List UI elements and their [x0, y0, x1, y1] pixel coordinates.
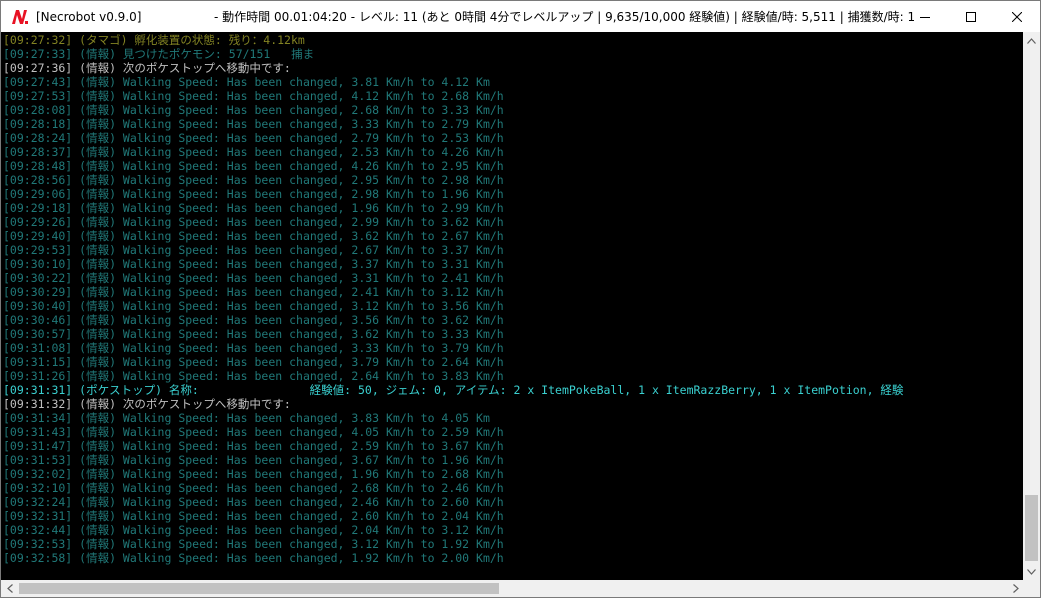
- console-line: [09:28:24] (情報) Walking Speed: Has been …: [3, 131, 504, 145]
- window-controls: [902, 1, 1040, 32]
- console-window: [Necrobot v0.9.0] - 動作時間 00.01:04:20 - レ…: [0, 0, 1041, 598]
- console-line: [09:31:53] (情報) Walking Speed: Has been …: [3, 453, 504, 467]
- console-line: [09:28:08] (情報) Walking Speed: Has been …: [3, 103, 504, 117]
- console-line: [09:32:31] (情報) Walking Speed: Has been …: [3, 509, 504, 523]
- console-line: [09:31:34] (情報) Walking Speed: Has been …: [3, 411, 490, 425]
- console-line: [09:31:31] (ポケストップ) 名称: 経験値: 50, ジェム: 0,…: [3, 383, 904, 397]
- console-line: [09:30:22] (情報) Walking Speed: Has been …: [3, 271, 504, 285]
- console-line: [09:31:32] (情報) 次のポケストップへ移動中です:: [3, 397, 291, 411]
- console-line: [09:28:18] (情報) Walking Speed: Has been …: [3, 117, 504, 131]
- console-line: [09:30:29] (情報) Walking Speed: Has been …: [3, 285, 504, 299]
- console-line: [09:31:15] (情報) Walking Speed: Has been …: [3, 355, 504, 369]
- close-button[interactable]: [994, 1, 1040, 32]
- scrollbar-corner: [1023, 580, 1040, 597]
- console-line: [09:28:48] (情報) Walking Speed: Has been …: [3, 159, 504, 173]
- console-line: [09:31:26] (情報) Walking Speed: Has been …: [3, 369, 504, 383]
- window-title: [Necrobot v0.9.0]: [36, 9, 142, 24]
- console-line: [09:32:24] (情報) Walking Speed: Has been …: [3, 495, 504, 509]
- console-line: [09:32:58] (情報) Walking Speed: Has been …: [3, 551, 504, 565]
- scroll-down-arrow-icon[interactable]: [1023, 563, 1040, 580]
- console-line: [09:32:02] (情報) Walking Speed: Has been …: [3, 467, 504, 481]
- minimize-icon: [920, 16, 930, 18]
- scroll-right-arrow-icon[interactable]: [1007, 580, 1024, 597]
- console-line: [09:31:08] (情報) Walking Speed: Has been …: [3, 341, 504, 355]
- console-line: [09:31:43] (情報) Walking Speed: Has been …: [3, 425, 504, 439]
- scroll-left-arrow-icon[interactable]: [1, 580, 18, 597]
- console-line: [09:32:10] (情報) Walking Speed: Has been …: [3, 481, 504, 495]
- console-line: [09:32:44] (情報) Walking Speed: Has been …: [3, 523, 504, 537]
- vertical-scrollbar[interactable]: [1023, 32, 1040, 580]
- vertical-scroll-thumb[interactable]: [1025, 495, 1038, 561]
- scroll-up-arrow-icon[interactable]: [1023, 32, 1040, 49]
- console-line: [09:29:40] (情報) Walking Speed: Has been …: [3, 229, 504, 243]
- console-line: [09:30:10] (情報) Walking Speed: Has been …: [3, 257, 504, 271]
- console-output[interactable]: [09:27:32] (タマゴ) 孵化装置の状態: 残り：4.12km [09:2…: [1, 32, 1024, 580]
- console-line: [09:27:36] (情報) 次のポケストップへ移動中です:: [3, 61, 291, 75]
- console-line: [09:31:47] (情報) Walking Speed: Has been …: [3, 439, 504, 453]
- console-line: [09:27:43] (情報) Walking Speed: Has been …: [3, 75, 490, 89]
- console-line: [09:29:53] (情報) Walking Speed: Has been …: [3, 243, 504, 257]
- console-line: [09:27:32] (タマゴ) 孵化装置の状態: 残り：4.12km: [3, 33, 305, 47]
- console-line: [09:29:26] (情報) Walking Speed: Has been …: [3, 215, 504, 229]
- close-icon: [1012, 11, 1022, 22]
- console-line: [09:27:33] (情報) 見つけたポケモン: 57/151 捕ま: [3, 47, 315, 61]
- maximize-icon: [966, 11, 976, 22]
- maximize-button[interactable]: [948, 1, 994, 32]
- necrobot-logo-icon: [10, 7, 30, 26]
- window-status-title: - 動作時間 00.01:04:20 - レベル: 11 (あと 0時間 4分で…: [214, 10, 914, 24]
- console-line: [09:30:57] (情報) Walking Speed: Has been …: [3, 327, 504, 341]
- title-bar[interactable]: [Necrobot v0.9.0] - 動作時間 00.01:04:20 - レ…: [1, 1, 1040, 32]
- minimize-button[interactable]: [902, 1, 948, 32]
- console-line: [09:29:06] (情報) Walking Speed: Has been …: [3, 187, 504, 201]
- console-line: [09:30:46] (情報) Walking Speed: Has been …: [3, 313, 504, 327]
- console-line: [09:28:56] (情報) Walking Speed: Has been …: [3, 173, 504, 187]
- horizontal-scroll-thumb[interactable]: [19, 583, 499, 594]
- console-line: [09:30:40] (情報) Walking Speed: Has been …: [3, 299, 504, 313]
- console-line: [09:27:53] (情報) Walking Speed: Has been …: [3, 89, 504, 103]
- console-line: [09:29:18] (情報) Walking Speed: Has been …: [3, 201, 504, 215]
- horizontal-scrollbar[interactable]: [1, 580, 1024, 597]
- console-line: [09:28:37] (情報) Walking Speed: Has been …: [3, 145, 504, 159]
- console-line: [09:32:53] (情報) Walking Speed: Has been …: [3, 537, 504, 551]
